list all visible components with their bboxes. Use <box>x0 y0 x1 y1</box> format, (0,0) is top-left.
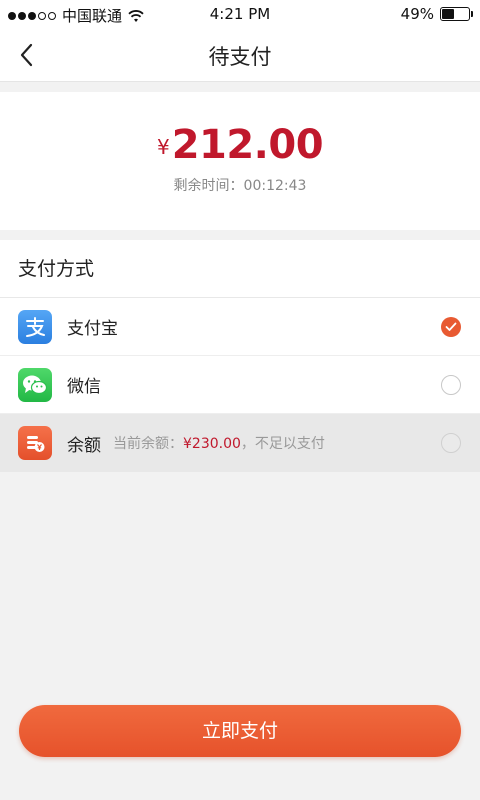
radio-checked-icon[interactable] <box>441 317 461 337</box>
method-label: 余额 <box>67 435 101 456</box>
method-alipay[interactable]: 支付宝 <box>0 298 480 356</box>
currency-symbol: ¥ <box>156 135 170 159</box>
pay-now-button[interactable]: 立即支付 <box>19 705 461 757</box>
page-title: 待支付 <box>208 45 272 69</box>
method-label: 支付宝 <box>67 319 118 339</box>
payment-amount: ¥212.00 <box>0 122 480 168</box>
amount-value: 212.00 <box>171 122 324 168</box>
battery-icon <box>440 7 473 21</box>
balance-icon <box>18 426 52 460</box>
countdown-value: 00:12:43 <box>243 178 307 194</box>
nav-bar: 待支付 <box>0 28 480 82</box>
alipay-icon <box>18 309 52 344</box>
battery-fill <box>442 9 454 19</box>
balance-note: 当前余额：¥230.00，不足以支付 <box>113 433 325 453</box>
wechat-icon <box>18 367 52 402</box>
battery-percent: 49% <box>400 5 434 23</box>
countdown-label: 剩余时间： <box>173 178 244 194</box>
balance-amount: ¥230.00 <box>183 436 241 452</box>
payment-methods: 支付方式 支付宝 微信 余额 当前余额：¥230.00，不足以支付 <box>0 240 480 472</box>
method-wechat[interactable]: 微信 <box>0 356 480 414</box>
countdown: 剩余时间：00:12:43 <box>0 175 480 195</box>
method-balance: 余额 当前余额：¥230.00，不足以支付 <box>0 414 480 472</box>
balance-note-suffix: ，不足以支付 <box>240 436 325 452</box>
radio-disabled-icon <box>441 433 461 453</box>
method-label: 微信 <box>67 377 101 397</box>
amount-card: ¥212.00 剩余时间：00:12:43 <box>0 92 480 230</box>
section-title: 支付方式 <box>0 240 480 298</box>
status-right: 49% <box>400 5 473 23</box>
status-bar: 中国联通 4:21 PM 49% <box>0 0 480 28</box>
radio-unchecked-icon[interactable] <box>441 375 461 395</box>
balance-note-prefix: 当前余额： <box>113 436 183 452</box>
